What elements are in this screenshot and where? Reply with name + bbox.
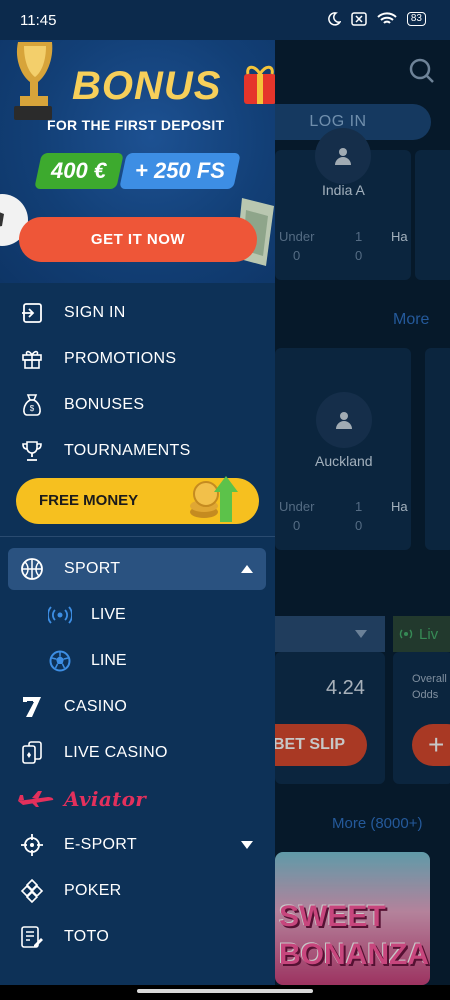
cards-icon xyxy=(19,740,45,766)
menu-label: TOTO xyxy=(64,928,110,945)
person-icon xyxy=(336,412,352,429)
more-games-link[interactable]: More (8000+) xyxy=(332,815,422,832)
live-tab-label: Liv xyxy=(419,625,439,643)
free-money-button[interactable]: FREE MONEY xyxy=(16,476,259,524)
odds-value: 0 xyxy=(355,248,363,263)
market-select[interactable] xyxy=(275,616,385,652)
person-icon xyxy=(335,148,351,165)
moon-icon xyxy=(328,12,341,26)
menu-item-sign-in[interactable]: SIGN IN xyxy=(0,290,275,336)
status-time: 11:45 xyxy=(20,12,57,29)
bonus-amount: 400 € xyxy=(51,158,107,183)
menu-label: CASINO xyxy=(64,698,128,715)
crosshair-icon xyxy=(19,832,45,858)
free-spins-amount: + 250 FS xyxy=(135,158,225,183)
aviator-logo-text: Aviator xyxy=(64,787,147,811)
soccer-ball-icon xyxy=(47,648,73,674)
odds-label: Odds xyxy=(412,689,439,701)
game-thumbnail[interactable]: SWEET BONANZA xyxy=(275,852,430,985)
background-app: LOG IN India A Under 0 1 0 Ha More Auckl… xyxy=(275,40,450,985)
match-card-partial[interactable] xyxy=(425,348,450,550)
odds-value: 1 xyxy=(355,229,363,244)
menu-item-aviator[interactable]: Aviator xyxy=(0,776,275,822)
home-gesture-bar[interactable] xyxy=(137,989,313,993)
total-odds-value: 4.24 xyxy=(326,677,365,699)
under-label: Under xyxy=(279,499,315,514)
team-name: India A xyxy=(322,182,365,198)
menu-label: POKER xyxy=(64,882,122,899)
under-value: 0 xyxy=(293,248,301,263)
chevron-up-icon[interactable] xyxy=(241,565,253,573)
seven-icon xyxy=(19,694,45,720)
menu-item-esport[interactable]: E-SPORT xyxy=(0,822,275,868)
team-name: Auckland xyxy=(315,453,373,469)
banner-subtitle: FOR THE FIRST DEPOSIT xyxy=(47,117,225,133)
under-label: Under xyxy=(279,229,315,244)
menu-label: LIVE CASINO xyxy=(64,744,168,761)
odds-value: 0 xyxy=(355,518,363,533)
free-money-label: FREE MONEY xyxy=(39,492,139,509)
menu-item-promotions[interactable]: PROMOTIONS xyxy=(0,336,275,382)
chevron-down-icon[interactable] xyxy=(241,841,253,849)
basketball-icon xyxy=(19,556,45,582)
under-value: 0 xyxy=(293,518,301,533)
menu-item-tournaments[interactable]: TOURNAMENTS xyxy=(0,428,275,474)
gift-icon xyxy=(244,65,275,104)
team-avatar xyxy=(316,392,372,448)
poker-suits-icon xyxy=(19,878,45,904)
handicap-label: Ha xyxy=(391,499,408,514)
trophy-icon xyxy=(19,438,45,464)
match-card-partial[interactable] xyxy=(415,150,450,280)
menu-item-bonuses[interactable]: $ BONUSES xyxy=(0,382,275,428)
menu-item-casino[interactable]: CASINO xyxy=(0,684,275,730)
live-signal-icon xyxy=(399,629,413,639)
overall-label: Overall xyxy=(412,673,447,685)
menu-item-live-casino[interactable]: LIVE CASINO xyxy=(0,730,275,776)
menu-label: TOURNAMENTS xyxy=(64,442,191,459)
airplane-icon xyxy=(14,786,58,812)
bet-slip-button[interactable]: BET SLIP xyxy=(275,724,367,766)
ticket-edit-icon xyxy=(19,924,45,950)
live-signal-icon xyxy=(47,602,73,628)
menu-label: SPORT xyxy=(64,560,121,577)
system-nav-bar xyxy=(0,985,450,1000)
sign-in-icon xyxy=(19,300,45,326)
add-button[interactable]: + xyxy=(412,724,450,766)
coins-arrow-icon xyxy=(190,476,238,522)
menu-item-poker[interactable]: POKER xyxy=(0,868,275,914)
banner-title: BONUS xyxy=(72,64,222,108)
wifi-icon xyxy=(377,12,397,24)
submenu-item-line[interactable]: LINE xyxy=(0,638,275,684)
menu-label: SIGN IN xyxy=(64,304,126,321)
search-icon[interactable] xyxy=(409,58,435,84)
free-spins-chip: + 250 FS xyxy=(119,153,241,189)
gift-icon xyxy=(19,346,45,372)
menu-label: BONUSES xyxy=(64,396,145,413)
chevron-down-icon xyxy=(355,630,367,638)
menu-divider xyxy=(0,536,275,537)
menu-item-toto[interactable]: TOTO xyxy=(0,914,275,960)
game-title: SWEET BONANZA xyxy=(279,900,429,971)
menu-label: PROMOTIONS xyxy=(64,350,177,367)
submenu-label: LINE xyxy=(91,652,127,669)
bonus-banner[interactable]: BONUS FOR THE FIRST DEPOSIT 400 € + 250 … xyxy=(0,40,275,283)
more-link[interactable]: More xyxy=(393,311,429,329)
team-avatar xyxy=(315,128,371,184)
status-bar: 11:45 83 xyxy=(0,0,450,40)
menu-label: E-SPORT xyxy=(64,836,137,853)
sim-off-icon xyxy=(351,12,367,26)
handicap-label: Ha xyxy=(391,229,408,244)
side-drawer: BONUS FOR THE FIRST DEPOSIT 400 € + 250 … xyxy=(0,40,275,985)
battery-indicator: 83 xyxy=(406,12,426,26)
menu-item-sport[interactable]: SPORT xyxy=(0,546,275,592)
money-bag-icon: $ xyxy=(19,392,45,418)
live-tab[interactable]: Liv xyxy=(393,616,450,652)
bonus-amount-chip: 400 € xyxy=(34,153,124,189)
odds-value: 1 xyxy=(355,499,363,514)
get-it-now-button[interactable]: GET IT NOW xyxy=(19,217,257,262)
status-icons: 83 xyxy=(327,12,426,26)
svg-text:$: $ xyxy=(30,404,35,413)
submenu-label: LIVE xyxy=(91,606,126,623)
submenu-item-live[interactable]: LIVE xyxy=(0,592,275,638)
